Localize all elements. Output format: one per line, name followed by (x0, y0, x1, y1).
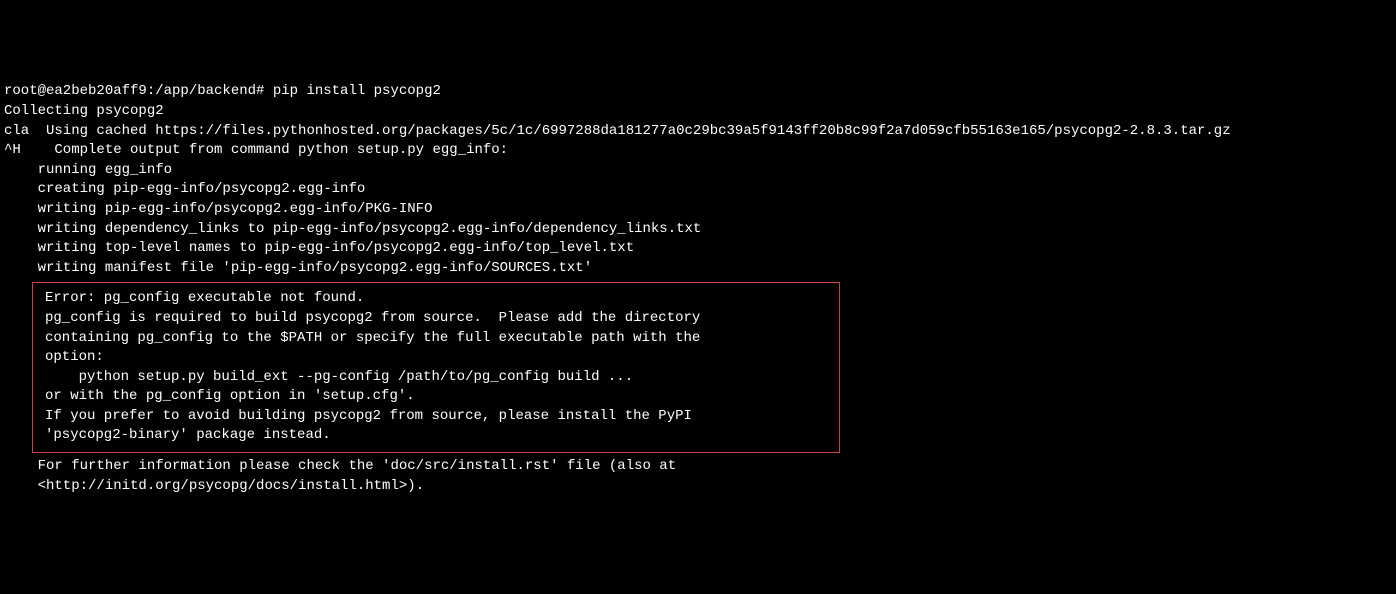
error-line: pg_config is required to build psycopg2 … (45, 309, 827, 329)
error-line: or with the pg_config option in 'setup.c… (45, 387, 827, 407)
output-line: Collecting psycopg2 (4, 102, 1392, 122)
output-line: running egg_info (4, 161, 1392, 181)
error-box: Error: pg_config executable not found.pg… (32, 282, 840, 453)
output-line: <http://initd.org/psycopg/docs/install.h… (4, 477, 1392, 497)
error-line: If you prefer to avoid building psycopg2… (45, 407, 827, 427)
output-line: creating pip-egg-info/psycopg2.egg-info (4, 180, 1392, 200)
output-line: writing pip-egg-info/psycopg2.egg-info/P… (4, 200, 1392, 220)
error-line: option: (45, 348, 827, 368)
error-line: containing pg_config to the $PATH or spe… (45, 329, 827, 349)
output-line: ^H Complete output from command python s… (4, 141, 1392, 161)
output-line: writing manifest file 'pip-egg-info/psyc… (4, 259, 1392, 279)
prompt-line: root@ea2beb20aff9:/app/backend# pip inst… (4, 82, 1392, 102)
output-line: cla Using cached https://files.pythonhos… (4, 122, 1392, 142)
output-line: writing top-level names to pip-egg-info/… (4, 239, 1392, 259)
terminal-output[interactable]: root@ea2beb20aff9:/app/backend# pip inst… (4, 82, 1392, 496)
output-line: writing dependency_links to pip-egg-info… (4, 220, 1392, 240)
error-line: python setup.py build_ext --pg-config /p… (45, 368, 827, 388)
output-line: For further information please check the… (4, 457, 1392, 477)
error-line: 'psycopg2-binary' package instead. (45, 426, 827, 446)
error-line: Error: pg_config executable not found. (45, 289, 827, 309)
